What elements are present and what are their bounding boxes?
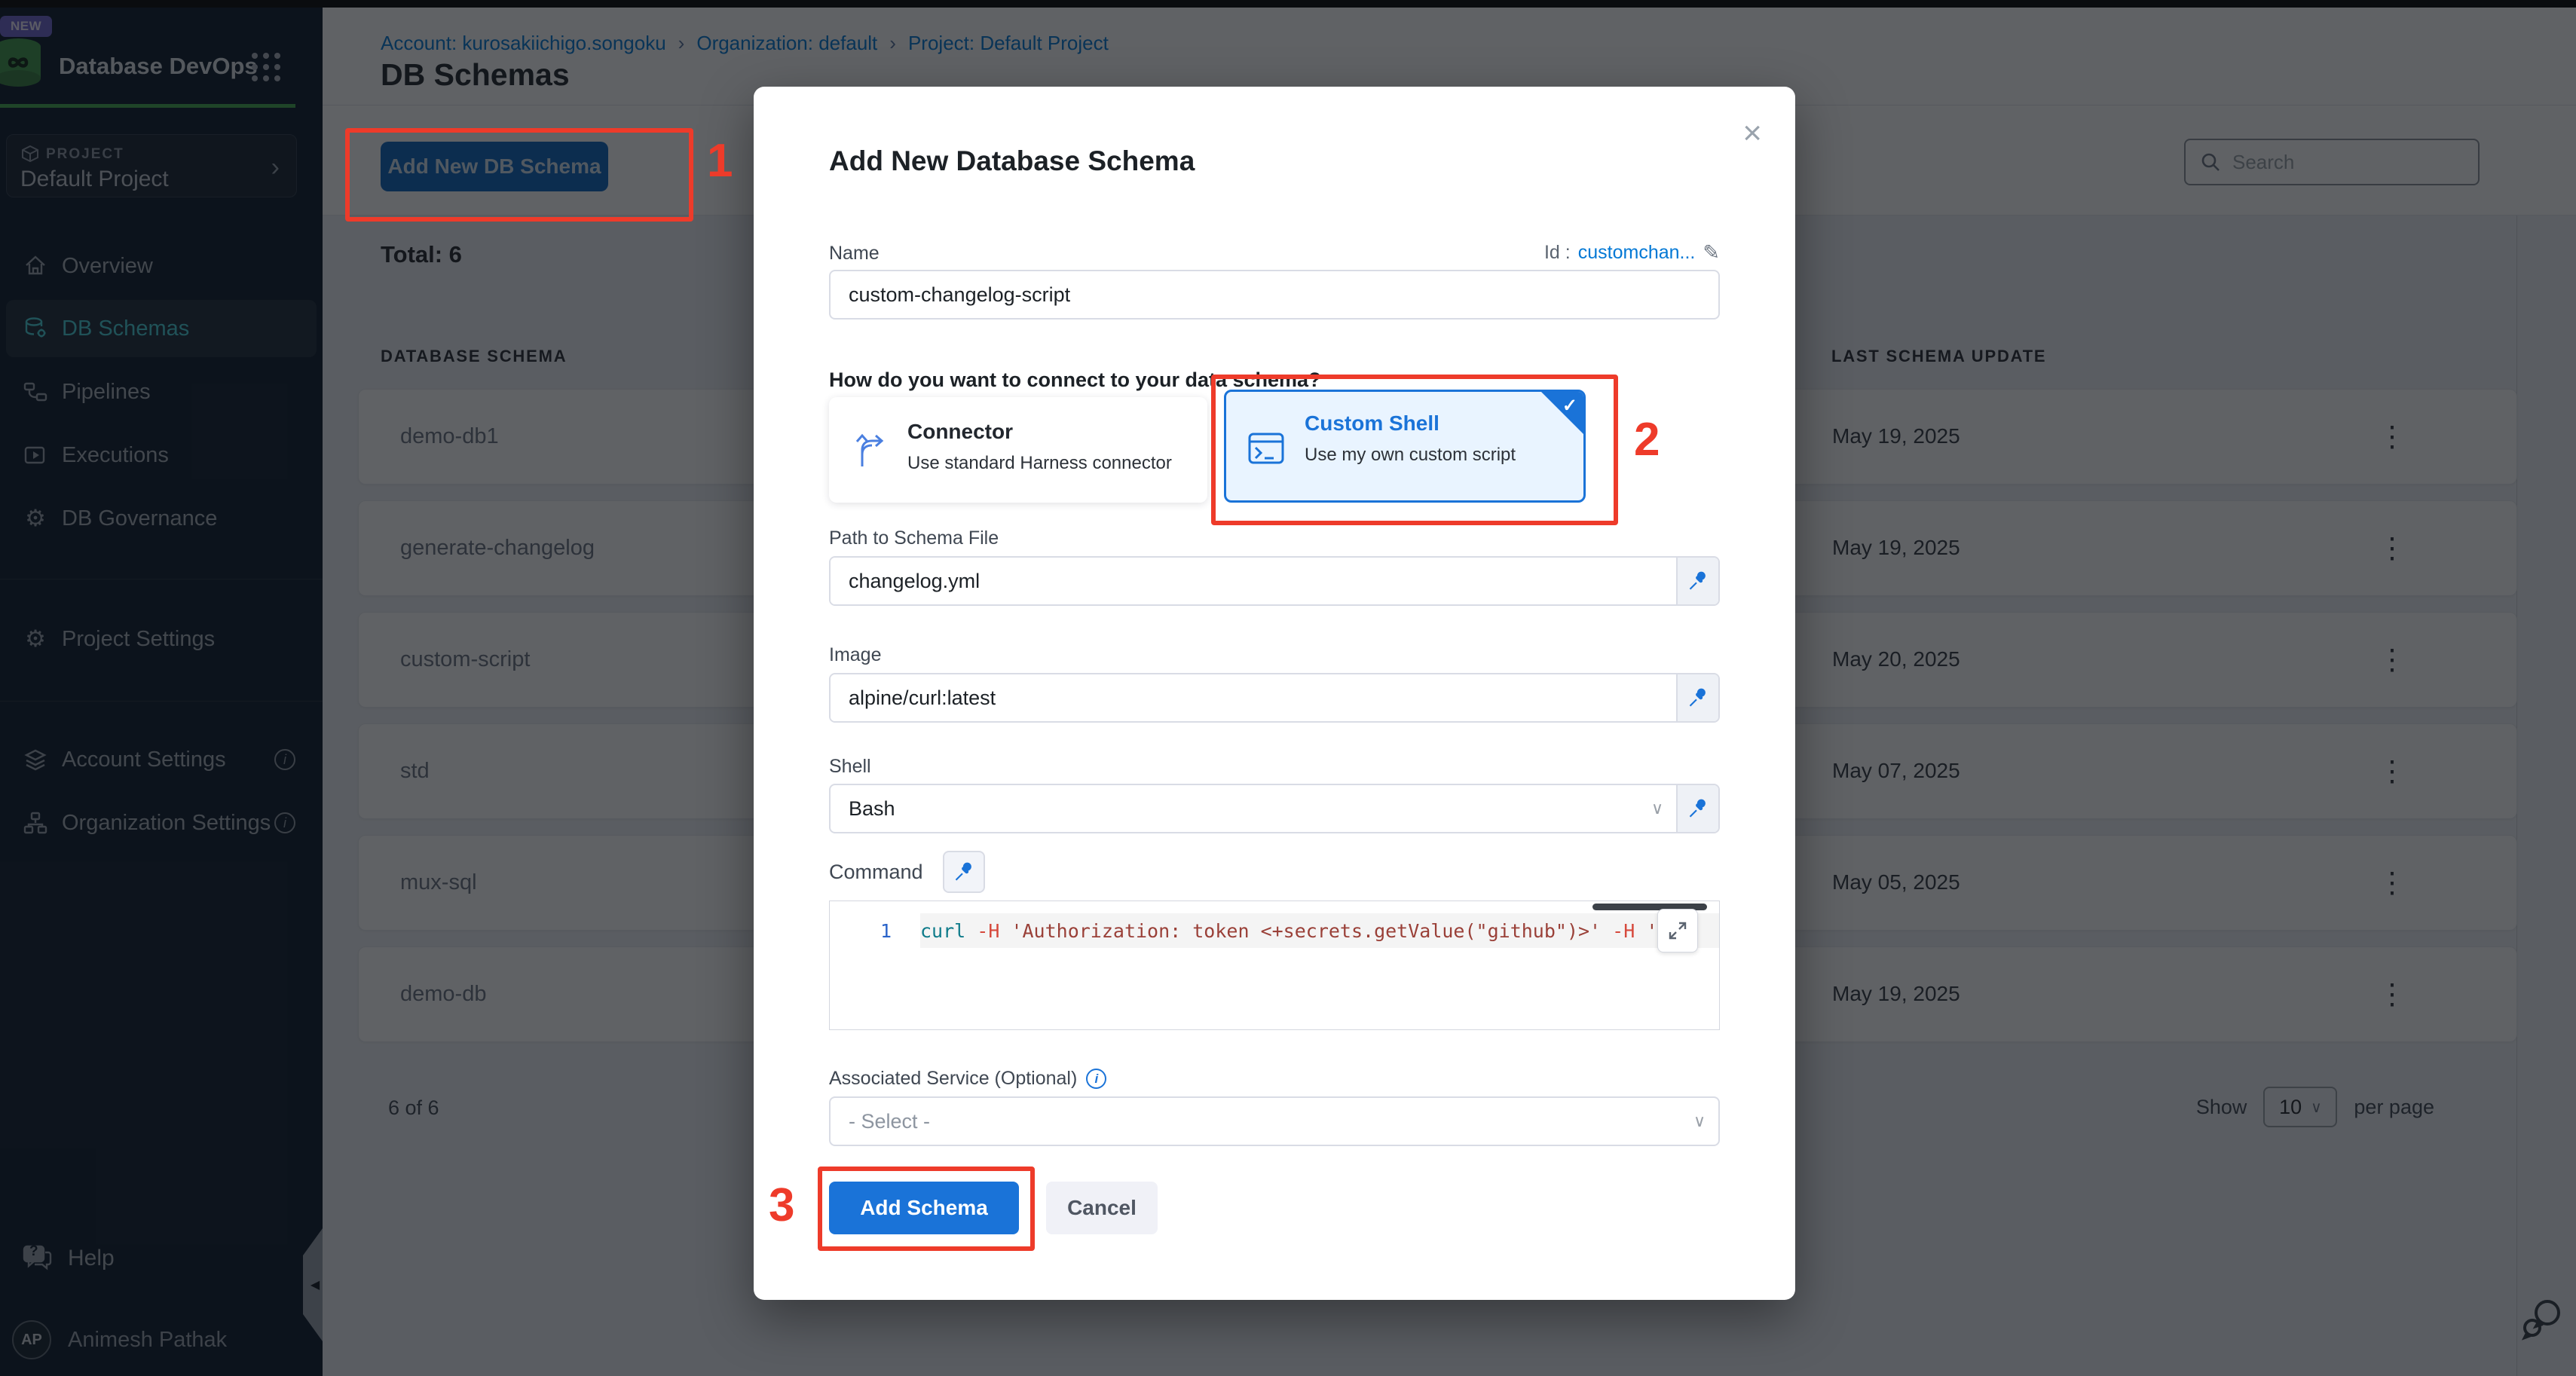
pin-icon[interactable] [943, 851, 985, 893]
id-value[interactable]: customchan... [1578, 242, 1696, 264]
pin-icon[interactable] [1676, 785, 1718, 832]
path-field[interactable] [831, 558, 1676, 604]
edit-pencil-icon[interactable]: ✎ [1703, 241, 1720, 264]
path-label: Path to Schema File [829, 527, 1720, 549]
id-cluster: Id : customchan... ✎ [829, 241, 1720, 264]
annotation-box-3 [818, 1167, 1035, 1251]
service-select-value: - Select - [831, 1098, 1681, 1145]
option-subtitle: Use standard Harness connector [907, 453, 1172, 474]
close-icon[interactable]: × [1742, 117, 1762, 150]
chevron-down-icon[interactable]: ∨ [1638, 785, 1676, 832]
id-label: Id : [1544, 242, 1571, 264]
annotation-box-1 [345, 128, 693, 222]
command-code-editor[interactable]: 1 curl -H 'Authorization: token <+secret… [829, 901, 1720, 1030]
modal-title: Add New Database Schema [829, 145, 1720, 177]
image-field[interactable] [831, 674, 1676, 721]
pin-icon[interactable] [1676, 558, 1718, 604]
chevron-down-icon: ∨ [1681, 1098, 1718, 1145]
cancel-button[interactable]: Cancel [1046, 1182, 1158, 1234]
app-root: NEW Database DevOps PROJ [0, 0, 2576, 1376]
name-field[interactable] [829, 270, 1720, 320]
image-label: Image [829, 644, 1720, 666]
add-schema-modal: × Add New Database Schema Name Id : cust… [754, 87, 1795, 1300]
associated-service-label: Associated Service (Optional) [829, 1068, 1077, 1090]
code-line: 1 curl -H 'Authorization: token <+secret… [830, 913, 1719, 948]
annotation-number-3: 3 [769, 1179, 794, 1232]
path-field-wrap [829, 556, 1720, 606]
image-field-wrap [829, 673, 1720, 723]
expand-editor-button[interactable] [1657, 909, 1698, 952]
command-label: Command [829, 861, 923, 884]
option-connector[interactable]: Connector Use standard Harness connector [829, 397, 1207, 503]
annotation-box-2 [1211, 375, 1618, 525]
option-title: Connector [907, 420, 1013, 444]
associated-service-select[interactable]: - Select - ∨ [829, 1096, 1720, 1146]
shell-select[interactable]: Bash [831, 785, 1638, 832]
shell-select-wrap: Bash ∨ [829, 784, 1720, 833]
annotation-number-1: 1 [707, 134, 733, 188]
info-icon[interactable]: i [1086, 1069, 1106, 1089]
pin-icon[interactable] [1676, 674, 1718, 721]
annotation-number-2: 2 [1634, 413, 1660, 466]
code-text: curl -H 'Authorization: token <+secrets.… [920, 913, 1719, 948]
shell-label: Shell [829, 756, 1720, 778]
line-number: 1 [830, 920, 920, 942]
connector-icon [853, 432, 891, 469]
